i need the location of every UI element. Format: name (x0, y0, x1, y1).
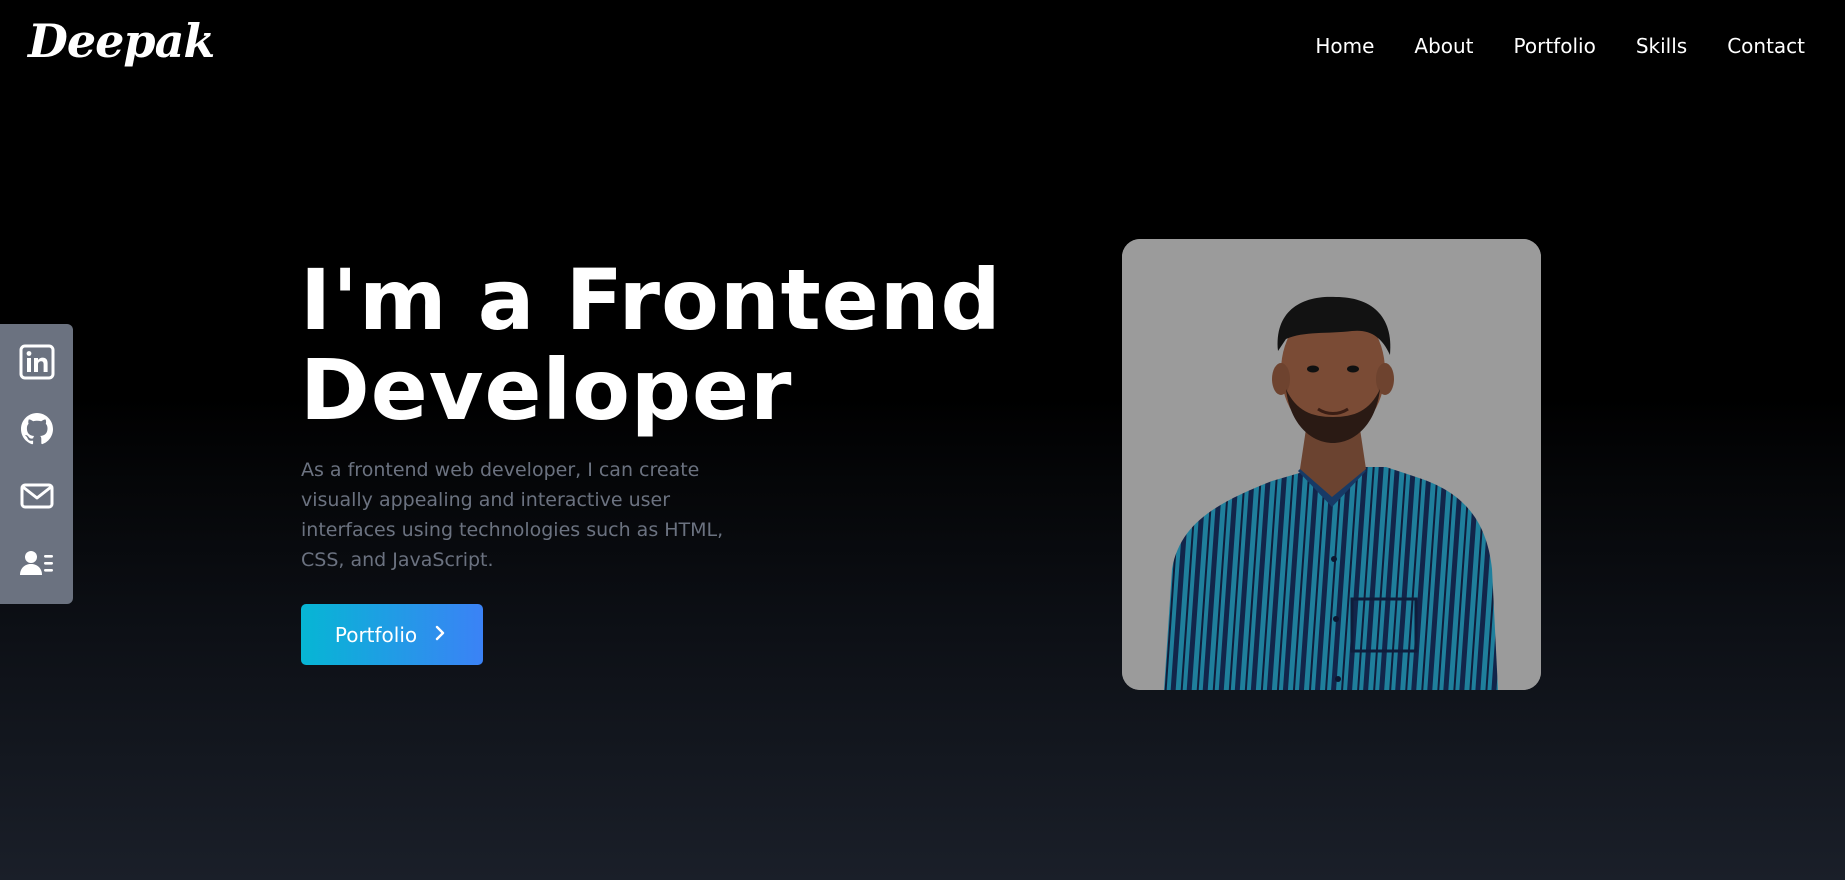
portfolio-button[interactable]: Portfolio (301, 604, 483, 665)
github-icon (19, 411, 55, 451)
hero-title: I'm a Frontend Developer (300, 255, 1002, 435)
nav-item-skills[interactable]: Skills (1636, 32, 1687, 60)
chevron-right-icon (431, 623, 449, 647)
hero-title-line-2: Developer (300, 341, 793, 439)
portfolio-button-label: Portfolio (334, 622, 418, 647)
social-links-rail (0, 324, 73, 604)
resume-link[interactable] (17, 545, 57, 585)
nav-item-contact[interactable]: Contact (1727, 32, 1805, 60)
main-nav: Home About Portfolio Skills Contact (1315, 32, 1805, 60)
linkedin-icon (19, 344, 55, 384)
github-link[interactable] (17, 411, 57, 451)
mail-icon (19, 478, 55, 518)
resume-icon (19, 545, 55, 585)
nav-item-about[interactable]: About (1414, 32, 1473, 60)
hero-description: As a frontend web developer, I can creat… (301, 459, 724, 571)
hero-title-line-1: I'm a Frontend (300, 251, 1002, 349)
mail-link[interactable] (17, 478, 57, 518)
nav-item-portfolio[interactable]: Portfolio (1514, 32, 1596, 60)
nav-item-home[interactable]: Home (1315, 32, 1374, 60)
profile-photo (1122, 239, 1541, 690)
linkedin-link[interactable] (17, 344, 57, 384)
brand-logo[interactable]: Deepak (28, 14, 215, 68)
